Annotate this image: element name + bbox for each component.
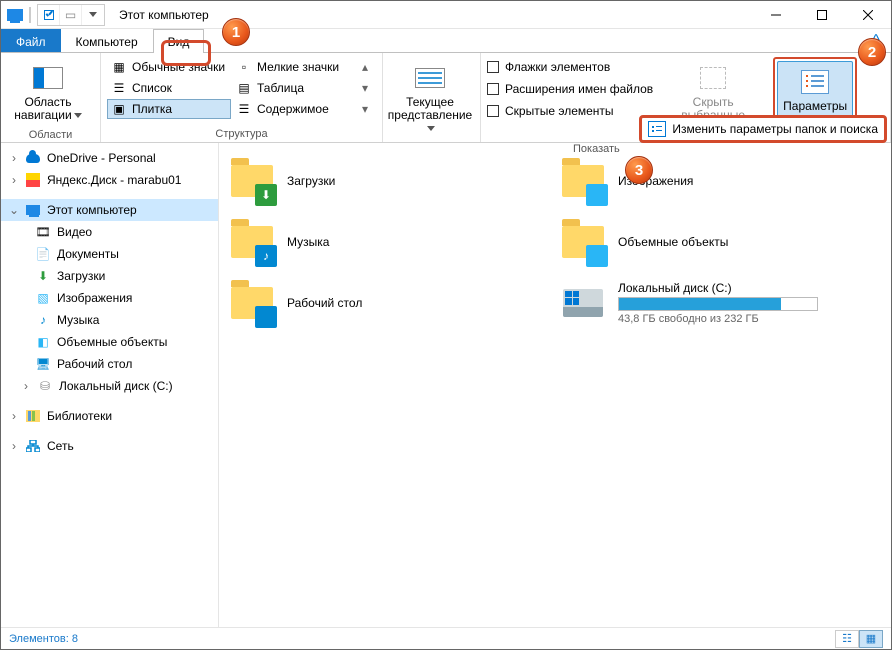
view-tiles[interactable]: ▣Плитка xyxy=(107,99,231,119)
view-scroll-up[interactable]: ▴ xyxy=(357,57,373,77)
music-icon: ♪ xyxy=(35,312,51,328)
document-icon: 📄 xyxy=(35,246,51,262)
navigation-pane[interactable]: ›OneDrive - Personal ›Яндекс.Диск - mara… xyxy=(1,143,219,627)
badge-3: 3 xyxy=(625,156,653,184)
nav-pane-icon xyxy=(32,62,64,94)
badge-2: 2 xyxy=(858,38,886,66)
qat-new[interactable]: ▭ xyxy=(60,5,82,25)
grid-small-icon: ▫ xyxy=(237,60,251,74)
options-popup-icon xyxy=(648,121,666,137)
view-table[interactable]: ▤Таблица xyxy=(232,78,356,98)
quick-access-toolbar: ▭ xyxy=(37,4,105,26)
hide-icon xyxy=(697,62,729,94)
drive-icon xyxy=(560,280,606,326)
item-pictures[interactable]: Изображения xyxy=(560,153,881,208)
pc-icon xyxy=(25,202,41,218)
group-layout: ▦Обычные значки ▫Мелкие значки ▴ ☰Список… xyxy=(101,53,383,142)
qat-dropdown[interactable] xyxy=(82,5,104,25)
drive-icon: ⛁ xyxy=(37,378,53,394)
options-popup-label: Изменить параметры папок и поиска xyxy=(672,122,878,136)
app-icon xyxy=(7,7,23,23)
checkbox-icon xyxy=(487,83,499,95)
group-current-view: Текущеепредставление xyxy=(383,53,481,142)
ribbon: Область навигации Области ▦Обычные значк… xyxy=(1,53,891,143)
nav-desktop[interactable]: 🖥Рабочий стол xyxy=(1,353,218,375)
checkbox-icon xyxy=(487,105,499,117)
nav-network[interactable]: ›Сеть xyxy=(1,435,218,457)
disk-usage-text: 43,8 ГБ свободно из 232 ГБ xyxy=(618,313,881,325)
checkbox-hidden-items[interactable]: Скрытые элементы xyxy=(487,101,653,121)
folder-icon: ⬇ xyxy=(229,158,275,204)
close-button[interactable] xyxy=(845,1,891,29)
item-desktop[interactable]: Рабочий стол xyxy=(229,275,550,330)
status-item-count: Элементов: 8 xyxy=(9,633,78,645)
item-drive-c[interactable]: Локальный диск (C:) 43,8 ГБ свободно из … xyxy=(560,275,881,330)
yandex-disk-icon xyxy=(25,172,41,188)
nav-pictures[interactable]: ▧Изображения xyxy=(1,287,218,309)
libraries-icon xyxy=(25,408,41,424)
tab-file[interactable]: Файл xyxy=(1,29,61,53)
view-details-button[interactable]: ☷ xyxy=(835,630,859,648)
checkbox-icon xyxy=(487,61,499,73)
nav-yandex-disk[interactable]: ›Яндекс.Диск - marabu01 xyxy=(1,169,218,191)
checkbox-item-flags[interactable]: Флажки элементов xyxy=(487,57,653,77)
nav-3d-objects[interactable]: ◧Объемные объекты xyxy=(1,331,218,353)
qat-properties[interactable] xyxy=(38,5,60,25)
nav-downloads[interactable]: ⬇Загрузки xyxy=(1,265,218,287)
nav-drive-c[interactable]: ›⛁Локальный диск (C:) xyxy=(1,375,218,397)
options-icon xyxy=(799,66,831,98)
item-music[interactable]: ♪ Музыка xyxy=(229,214,550,269)
checkbox-file-extensions[interactable]: Расширения имен файлов xyxy=(487,79,653,99)
item-downloads[interactable]: ⬇ Загрузки xyxy=(229,153,550,208)
tiles-icon: ▣ xyxy=(112,102,126,116)
cloud-icon xyxy=(25,150,41,166)
badge-1: 1 xyxy=(222,18,250,46)
folder-icon xyxy=(560,158,606,204)
download-icon: ⬇ xyxy=(35,268,51,284)
group-panes-label: Области xyxy=(7,127,94,143)
table-icon: ▤ xyxy=(237,81,251,95)
desktop-icon: 🖥 xyxy=(35,356,51,372)
content-icon: ☰ xyxy=(237,102,251,116)
item-3d-objects[interactable]: Объемные объекты xyxy=(560,214,881,269)
nav-pane-button[interactable]: Область навигации xyxy=(7,57,89,127)
network-icon xyxy=(25,438,41,454)
callout-1-box xyxy=(161,40,211,66)
disk-usage-bar xyxy=(618,297,818,311)
cube-icon: ◧ xyxy=(35,334,51,350)
nav-onedrive[interactable]: ›OneDrive - Personal xyxy=(1,147,218,169)
title-bar: ▭ Этот компьютер xyxy=(1,1,891,29)
status-bar: Элементов: 8 ☷ ▦ xyxy=(1,627,891,649)
view-more[interactable]: ▾ xyxy=(357,99,373,119)
options-popup[interactable]: Изменить параметры папок и поиска xyxy=(639,115,887,143)
nav-music[interactable]: ♪Музыка xyxy=(1,309,218,331)
view-tiles-button[interactable]: ▦ xyxy=(859,630,883,648)
nav-libraries[interactable]: ›Библиотеки xyxy=(1,405,218,427)
content-area[interactable]: ⬇ Загрузки Изображения ♪ Музыка Объемные… xyxy=(219,143,891,627)
view-small-icons[interactable]: ▫Мелкие значки xyxy=(232,57,356,77)
view-scroll-down[interactable]: ▾ xyxy=(357,78,373,98)
minimize-button[interactable] xyxy=(753,1,799,29)
view-content[interactable]: ☰Содержимое xyxy=(232,99,356,119)
video-icon: 🎞 xyxy=(35,224,51,240)
current-view-button[interactable]: Текущеепредставление xyxy=(389,57,471,141)
grid-icon: ▦ xyxy=(112,60,126,74)
ribbon-tabs: Файл Компьютер Вид ^ xyxy=(1,29,891,53)
folder-icon xyxy=(229,280,275,326)
maximize-button[interactable] xyxy=(799,1,845,29)
current-view-icon xyxy=(414,62,446,94)
group-panes: Область навигации Области xyxy=(1,53,101,142)
tab-computer[interactable]: Компьютер xyxy=(61,29,153,53)
window-title: Этот компьютер xyxy=(119,8,209,22)
folder-icon: ♪ xyxy=(229,219,275,265)
view-list[interactable]: ☰Список xyxy=(107,78,231,98)
nav-documents[interactable]: 📄Документы xyxy=(1,243,218,265)
group-layout-label: Структура xyxy=(107,126,376,142)
picture-icon: ▧ xyxy=(35,290,51,306)
folder-icon xyxy=(560,219,606,265)
nav-video[interactable]: 🎞Видео xyxy=(1,221,218,243)
nav-this-pc[interactable]: ⌄Этот компьютер xyxy=(1,199,218,221)
list-icon: ☰ xyxy=(112,81,126,95)
